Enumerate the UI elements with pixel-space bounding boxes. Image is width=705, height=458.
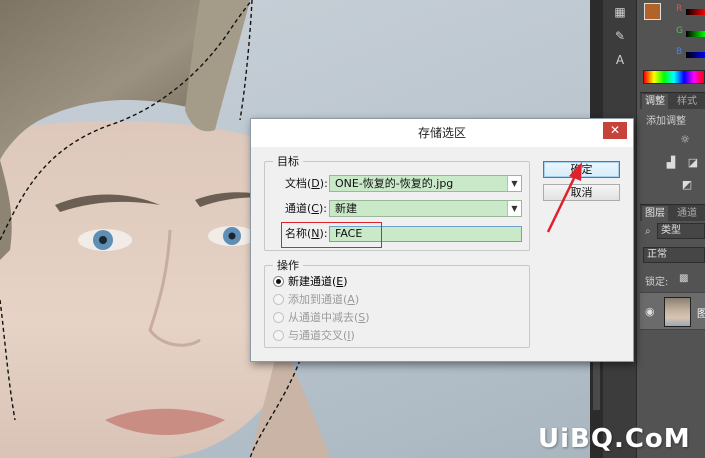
add-adjustment-label: 添加调整 [646, 116, 686, 127]
blue-channel-label: B [676, 47, 683, 57]
site-watermark: UiBQ.CoM [538, 424, 691, 454]
blend-mode-select[interactable]: 正常 [643, 247, 705, 263]
character-icon[interactable]: A [612, 52, 628, 68]
tab-layers[interactable]: 图层 [642, 206, 668, 221]
brightness-icon[interactable]: ☼ [678, 133, 692, 147]
levels-icon[interactable]: ▟ [664, 156, 678, 170]
channel-label: 通道(C): [285, 202, 327, 215]
document-select[interactable]: ONE-恢复的-恢复的.jpg ▼ [329, 175, 522, 192]
radio-indicator [273, 330, 284, 341]
target-group-label: 目标 [273, 155, 303, 168]
blue-slider[interactable] [686, 52, 705, 58]
channel-select[interactable]: 新建 ▼ [329, 200, 522, 217]
color-spectrum[interactable] [643, 70, 705, 84]
radio-indicator [273, 276, 284, 287]
brush-panel-icon[interactable]: ✎ [612, 28, 628, 44]
foreground-color-swatch[interactable] [644, 3, 661, 20]
red-slider[interactable] [686, 9, 705, 15]
tab-styles[interactable]: 样式 [674, 94, 700, 109]
channel-value: 新建 [335, 202, 357, 215]
operation-group-label: 操作 [273, 259, 303, 272]
radio-indicator [273, 294, 284, 305]
red-channel-label: R [676, 4, 683, 14]
layers-tabbar: 图层 通道 [640, 204, 705, 221]
green-slider[interactable] [686, 31, 705, 37]
green-channel-label: G [676, 26, 683, 36]
lock-label: 锁定: [645, 277, 669, 288]
annotation-highlight-box [281, 222, 382, 248]
radio-indicator [273, 312, 284, 323]
cancel-button[interactable]: 取消 [543, 184, 620, 201]
ok-button[interactable]: 确定 [543, 161, 620, 178]
adjustments-tabbar: 调整 样式 [640, 92, 705, 109]
chevron-down-icon: ▼ [507, 201, 521, 216]
layer-kind-filter[interactable]: 类型 [657, 223, 705, 239]
dialog-title: 存储选区 [251, 119, 633, 147]
tab-channels[interactable]: 通道 [674, 206, 700, 221]
tab-adjustments[interactable]: 调整 [642, 94, 668, 109]
lock-transparency-icon[interactable]: ▩ [679, 273, 688, 284]
history-icon[interactable]: ▦ [612, 4, 628, 20]
chevron-down-icon: ▼ [507, 176, 521, 191]
layer-thumbnail [664, 297, 691, 327]
document-label: 文档(D): [285, 177, 328, 190]
search-icon: ⌕ [645, 226, 651, 237]
gradient-map-icon[interactable]: ◩ [680, 178, 694, 192]
curves-icon[interactable]: ◪ [686, 156, 700, 170]
save-selection-dialog: 存储选区 ✕ 目标 文档(D): ONE-恢复的-恢复的.jpg ▼ 通道(C)… [250, 118, 634, 362]
close-button[interactable]: ✕ [603, 122, 627, 139]
layer-row[interactable]: ◉ 图 [640, 292, 705, 330]
layer-name: 图 [697, 309, 705, 320]
visibility-eye-icon[interactable]: ◉ [645, 305, 655, 318]
document-value: ONE-恢复的-恢复的.jpg [335, 177, 454, 190]
